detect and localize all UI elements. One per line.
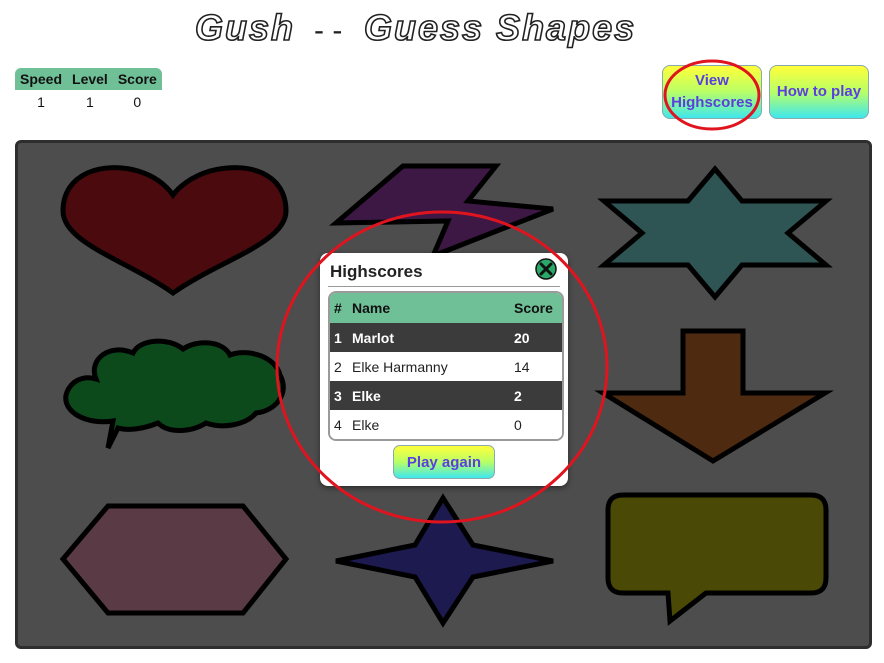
score-cell: 14 [510,352,562,381]
table-row: 4 Elke 0 [330,410,562,439]
play-again-button[interactable]: Play again [393,445,495,479]
rank-cell: 1 [330,323,348,352]
cloud-bubble-shape[interactable] [63,338,286,450]
speed-value: 1 [37,94,45,110]
title-separator: - - [314,14,342,47]
score-cell: 20 [510,323,562,352]
name-column-header: Name [348,293,510,323]
title-part-guess-shapes: Guess Shapes [364,7,636,48]
view-highscores-label: View Highscores [671,72,753,111]
how-to-play-button[interactable]: How to play [769,65,869,119]
four-point-star-shape[interactable] [335,493,554,628]
down-arrow-shape[interactable] [594,328,834,464]
name-cell: Elke [348,381,510,410]
close-icon[interactable] [535,258,557,280]
modal-title: Highscores [330,262,423,281]
rank-cell: 4 [330,410,348,439]
score-column-header: Score [510,293,562,323]
title-part-gush: Gush [195,7,295,48]
rank-cell: 2 [330,352,348,381]
table-row: 2 Elke Harmanny 14 [330,352,562,381]
view-highscores-button[interactable]: View Highscores [662,65,762,119]
level-header: Level [67,68,113,90]
name-cell: Elke [348,410,510,439]
table-row: 1 Marlot 20 [330,323,562,352]
rank-column-header: # [330,293,348,323]
rect-bubble-shape[interactable] [605,492,829,626]
heart-shape[interactable] [60,165,289,297]
score-value: 0 [133,94,142,110]
how-to-play-label: How to play [776,83,862,100]
score-cell: 0 [510,410,562,439]
name-cell: Marlot [348,323,510,352]
highscores-table: # Name Score 1 Marlot 20 2 Elke Harmanny… [328,291,564,441]
play-again-label: Play again [406,453,482,471]
app-title: Gush - - Guess Shapes [0,4,884,50]
name-cell: Elke Harmanny [348,352,510,381]
lightning-shape[interactable] [329,163,554,261]
score-header: Score [112,68,162,90]
score-cell: 2 [510,381,562,410]
speed-header: Speed [15,68,68,90]
table-row: 3 Elke 2 [330,381,562,410]
hexagram-shape[interactable] [597,165,833,301]
hexagon-shape[interactable] [59,503,290,616]
stats-table: Speed Level Score 1 1 0 [15,68,162,114]
level-value: 1 [86,94,94,110]
rank-cell: 3 [330,381,348,410]
modal-divider [328,286,560,287]
highscores-modal: Highscores # Name Score 1 Marlot 20 2 El… [320,253,568,486]
